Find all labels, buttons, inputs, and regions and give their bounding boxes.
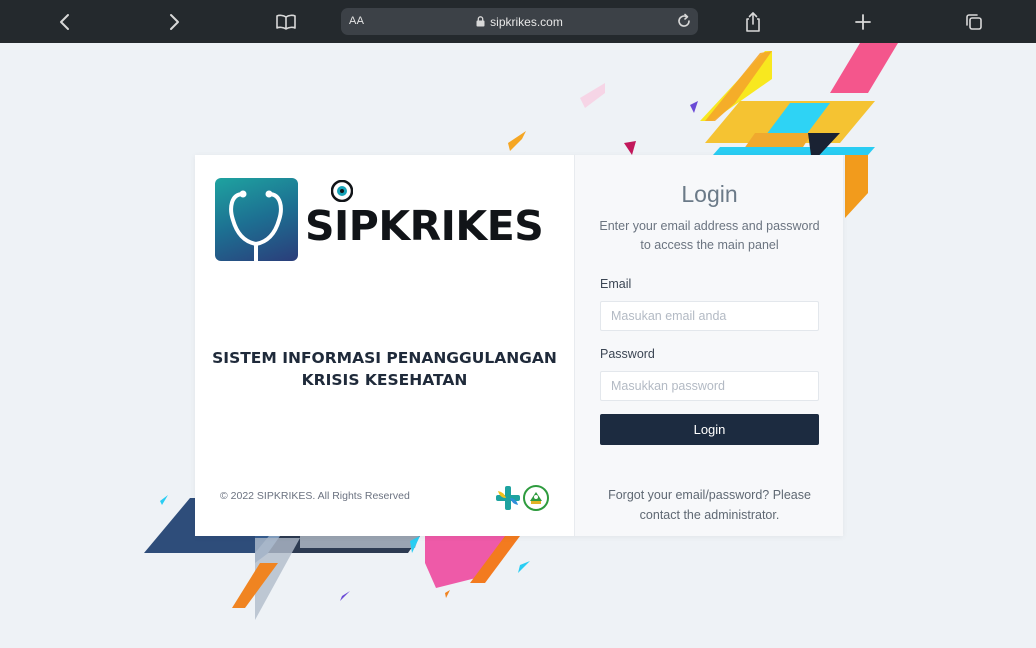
login-title: Login <box>681 181 738 207</box>
password-label: Password <box>600 347 655 361</box>
app-title: SISTEM INFORMASI PENANGGULANGAN KRISIS K… <box>195 347 574 391</box>
tabs-icon[interactable] <box>960 8 988 36</box>
logo-wordmark: SIPKRIKES <box>305 202 544 250</box>
login-panel: Login Enter your email address and passw… <box>574 155 843 536</box>
copyright-text: © 2022 SIPKRIKES. All Rights Reserved <box>220 490 410 502</box>
login-button[interactable]: Login <box>600 414 819 445</box>
forgot-password-text: Forgot your email/password? Please conta… <box>608 488 811 522</box>
kemenkes-logo-icon <box>495 485 521 516</box>
back-icon[interactable] <box>51 8 79 36</box>
address-bar[interactable]: AA sipkrikes.com <box>341 8 698 35</box>
password-field[interactable] <box>600 371 819 401</box>
login-card: SIPKRIKES SISTEM INFORMASI PENANGGULANGA… <box>195 155 843 536</box>
login-page: SIPKRIKES SISTEM INFORMASI PENANGGULANGA… <box>0 43 1036 648</box>
bookmarks-icon[interactable] <box>272 8 300 36</box>
url-text: sipkrikes.com <box>490 15 563 29</box>
forward-icon[interactable] <box>160 8 188 36</box>
app-title-line1: SISTEM INFORMASI PENANGGULANGAN <box>212 349 557 367</box>
brand-panel: SIPKRIKES SISTEM INFORMASI PENANGGULANGA… <box>195 155 574 536</box>
reload-icon[interactable] <box>676 13 692 34</box>
email-label: Email <box>600 277 632 291</box>
app-title-line2: KRISIS KESEHATAN <box>301 371 468 389</box>
email-field[interactable] <box>600 301 819 331</box>
share-icon[interactable] <box>739 8 767 36</box>
lock-icon <box>476 16 485 30</box>
new-tab-icon[interactable] <box>849 8 877 36</box>
regional-emblem-icon <box>523 485 549 516</box>
browser-toolbar: AA sipkrikes.com <box>0 0 1036 43</box>
login-subtitle: Enter your email address and password to… <box>599 219 820 252</box>
stethoscope-logo-icon <box>215 178 298 261</box>
